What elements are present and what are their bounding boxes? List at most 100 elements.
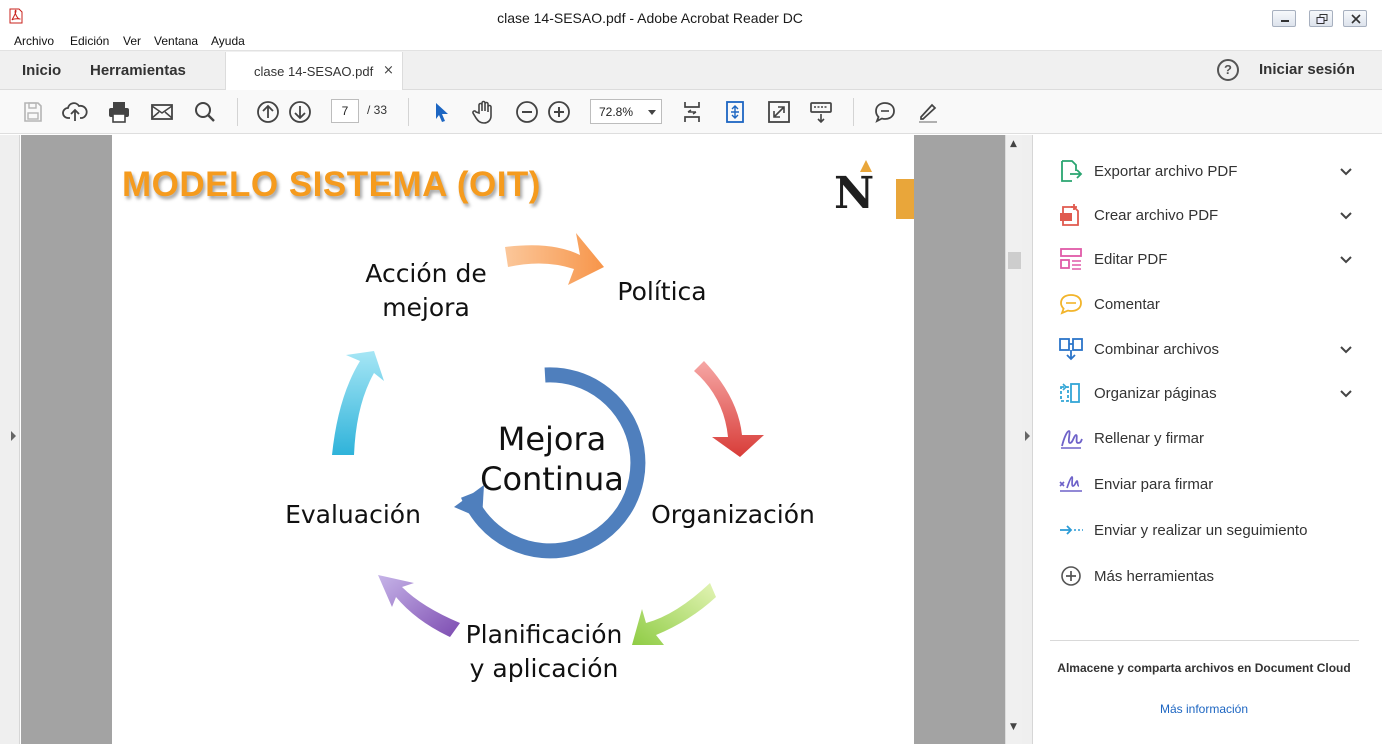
fill-sign-icon xyxy=(1061,430,1083,449)
tool-fill-sign[interactable]: Rellenar y firmar xyxy=(1058,422,1368,454)
restore-button[interactable] xyxy=(1309,10,1333,27)
fit-page-icon[interactable] xyxy=(679,99,705,125)
zoom-out-icon[interactable] xyxy=(514,99,540,125)
page-down-icon[interactable] xyxy=(287,99,313,125)
menu-archivo[interactable]: Archivo xyxy=(14,34,54,48)
send-sign-icon xyxy=(1059,476,1082,492)
scrolling-mode-icon[interactable] xyxy=(722,99,748,125)
tool-more-tools[interactable]: Más herramientas xyxy=(1058,560,1368,592)
page-number-input[interactable]: 7 xyxy=(331,99,359,123)
minimize-button[interactable] xyxy=(1272,10,1296,27)
tool-comment[interactable]: Comentar xyxy=(1058,288,1368,320)
collapse-right-icon xyxy=(1025,431,1030,441)
more-info-link[interactable]: Más información xyxy=(1054,702,1354,716)
tool-create-pdf[interactable]: Crear archivo PDF xyxy=(1058,199,1368,231)
tab-tools[interactable]: Herramientas xyxy=(90,62,186,79)
step-evaluation: Evaluación xyxy=(285,500,421,529)
select-cursor-icon[interactable] xyxy=(428,99,454,125)
toolbar-separator xyxy=(853,98,854,126)
left-panel-toggle[interactable] xyxy=(0,135,20,744)
tool-label: Comentar xyxy=(1094,296,1160,313)
arrow-evaluation-to-action xyxy=(332,351,384,455)
window-title: clase 14-SESAO.pdf - Adobe Acrobat Reade… xyxy=(497,10,803,26)
fullscreen-icon[interactable] xyxy=(766,99,792,125)
help-icon[interactable]: ? xyxy=(1217,59,1239,81)
arrow-policy-to-organization xyxy=(694,361,764,457)
comment-icon[interactable] xyxy=(872,99,898,125)
tool-label: Organizar páginas xyxy=(1094,385,1217,402)
step-policy: Política xyxy=(617,277,707,306)
tool-organize-pages[interactable]: Organizar páginas xyxy=(1058,377,1368,409)
tool-edit-pdf[interactable]: Editar PDF xyxy=(1058,243,1368,275)
menu-edicion[interactable]: Edición xyxy=(70,34,109,48)
tool-export-pdf[interactable]: Exportar archivo PDF xyxy=(1058,155,1368,187)
vertical-scrollbar[interactable]: ▲ ▼ xyxy=(1005,135,1022,744)
step-planning-line2: y aplicación xyxy=(469,654,619,683)
document-cloud-promo: Almacene y comparta archivos en Document… xyxy=(1057,661,1351,675)
scrollbar-thumb[interactable] xyxy=(1008,252,1021,269)
step-action: Acción de mejora xyxy=(344,257,508,325)
keyboard-icon[interactable] xyxy=(808,99,834,125)
tool-label: Editar PDF xyxy=(1094,251,1168,268)
right-panel-toggle[interactable] xyxy=(1022,135,1033,744)
tool-label: Enviar y realizar un seguimiento xyxy=(1094,522,1308,539)
combine-files-icon xyxy=(1059,338,1083,361)
scroll-up-icon[interactable]: ▲ xyxy=(1010,139,1017,149)
page-up-icon[interactable] xyxy=(255,99,281,125)
tool-label: Crear archivo PDF xyxy=(1094,207,1219,224)
restore-icon xyxy=(1316,14,1328,24)
menu-ver[interactable]: Ver xyxy=(123,34,141,48)
edit-pdf-icon xyxy=(1060,248,1082,270)
send-track-icon xyxy=(1060,525,1083,535)
tools-panel: Exportar archivo PDF Crear archivo PDF E… xyxy=(1034,135,1382,744)
print-icon[interactable] xyxy=(106,99,132,125)
highlight-icon[interactable] xyxy=(915,99,941,125)
tab-document[interactable]: clase 14-SESAO.pdf × xyxy=(225,52,403,91)
zoom-in-icon[interactable] xyxy=(546,99,572,125)
menu-ventana[interactable]: Ventana xyxy=(154,34,198,48)
zoom-select[interactable]: 72.8% xyxy=(590,99,662,124)
expand-left-icon xyxy=(11,431,16,441)
chevron-down-icon xyxy=(648,110,656,115)
document-tab-label: clase 14-SESAO.pdf xyxy=(254,64,374,79)
tool-label: Exportar archivo PDF xyxy=(1094,163,1238,180)
step-action-line1: Acción de xyxy=(365,259,487,288)
email-icon[interactable] xyxy=(149,99,175,125)
search-icon[interactable] xyxy=(192,99,218,125)
tab-home[interactable]: Inicio xyxy=(22,62,61,79)
create-pdf-icon xyxy=(1060,204,1079,226)
tool-label: Enviar para firmar xyxy=(1094,476,1214,493)
minimize-icon xyxy=(1281,20,1289,22)
export-pdf-icon xyxy=(1061,160,1083,182)
tool-combine-files[interactable]: Combinar archivos xyxy=(1058,333,1368,365)
step-planning-line1: Planificación xyxy=(465,620,623,649)
tool-send-track[interactable]: Enviar y realizar un seguimiento xyxy=(1058,514,1368,546)
upload-icon[interactable] xyxy=(62,99,88,125)
comment-bubble-icon xyxy=(1060,294,1082,315)
chevron-down-icon[interactable] xyxy=(1337,250,1355,268)
tool-send-sign[interactable]: Enviar para firmar xyxy=(1058,468,1368,500)
chevron-down-icon[interactable] xyxy=(1337,384,1355,402)
chevron-down-icon[interactable] xyxy=(1337,162,1355,180)
document-area: MODELO SISTEMA (OIT) N Acción de mejora xyxy=(0,135,1033,744)
menu-bar: Archivo Edición Ver Ventana Ayuda xyxy=(0,32,1382,50)
step-planning: Planificación y aplicación xyxy=(444,618,644,686)
scroll-down-icon[interactable]: ▼ xyxy=(1010,722,1017,732)
hand-icon[interactable] xyxy=(471,99,497,125)
arrow-action-to-policy xyxy=(505,233,604,285)
organize-pages-icon xyxy=(1060,383,1080,403)
chevron-down-icon[interactable] xyxy=(1337,206,1355,224)
step-organization: Organización xyxy=(651,500,815,529)
chevron-down-icon[interactable] xyxy=(1337,340,1355,358)
menu-ayuda[interactable]: Ayuda xyxy=(211,34,245,48)
close-window-button[interactable] xyxy=(1343,10,1367,27)
tab-bar: Inicio Herramientas clase 14-SESAO.pdf × xyxy=(0,50,1382,91)
close-tab-icon[interactable]: × xyxy=(383,63,394,78)
save-icon[interactable] xyxy=(20,99,46,125)
tool-label: Combinar archivos xyxy=(1094,341,1220,358)
tool-label: Rellenar y firmar xyxy=(1094,430,1205,447)
sign-in-link[interactable]: Iniciar sesión xyxy=(1259,61,1355,78)
center-label: Mejora Continua xyxy=(454,419,650,499)
step-action-line2: mejora xyxy=(382,293,470,322)
title-bar: clase 14-SESAO.pdf - Adobe Acrobat Reade… xyxy=(0,0,1382,32)
